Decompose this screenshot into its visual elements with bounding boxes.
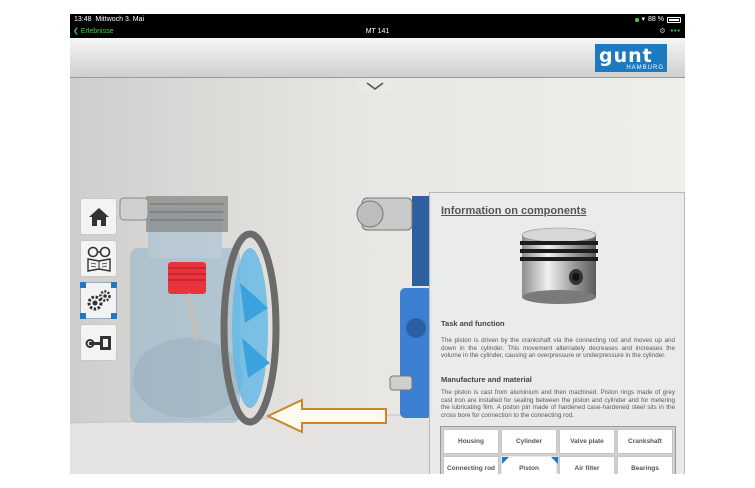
component-crankshaft[interactable]: Crankshaft	[617, 429, 673, 454]
component-grid: Housing Cylinder Valve plate Crankshaft …	[440, 426, 676, 474]
piston-illustration	[520, 227, 598, 304]
maintenance-button[interactable]	[80, 324, 117, 361]
home-icon	[88, 207, 109, 226]
piston-highlight	[168, 262, 206, 294]
wifi-icon: ▾	[641, 16, 646, 23]
status-bar: 13:48 Mittwoch 3. Mai ▾ 88 %	[70, 14, 685, 25]
gunt-logo: gunt HAMBURG	[595, 44, 667, 72]
glasses-book-icon	[86, 246, 111, 272]
navigation-bar: ❮ Erlebnisse MT 141 ⚙ •••	[70, 25, 685, 38]
task-function-text: The piston is driven by the crankshaft v…	[441, 337, 675, 360]
selection-corner	[111, 282, 117, 288]
more-options-icon[interactable]: •••	[671, 25, 681, 38]
task-function-heading: Task and function	[441, 319, 505, 328]
status-time-date: 13:48 Mittwoch 3. Mai	[74, 14, 144, 25]
gears-icon	[87, 289, 111, 310]
wrench-icon	[85, 335, 111, 350]
component-bearings[interactable]: Bearings	[617, 456, 673, 474]
ar-scene-view[interactable]: Information on components Task and funct…	[70, 78, 685, 474]
panel-title: Information on components	[441, 205, 587, 217]
info-panel: Information on components Task and funct…	[429, 192, 685, 474]
selection-corner	[111, 313, 117, 319]
selection-corner	[80, 313, 86, 319]
manufacture-heading: Manufacture and material	[441, 375, 532, 384]
components-button[interactable]	[80, 282, 117, 319]
component-housing[interactable]: Housing	[443, 429, 499, 454]
manufacture-text: The piston is cast from aluminium and th…	[441, 389, 675, 419]
logo-text: gunt	[599, 45, 653, 67]
selection-corner	[80, 282, 86, 288]
component-connecting-rod[interactable]: Connecting rod	[443, 456, 499, 474]
home-button[interactable]	[80, 198, 117, 235]
logo-subtext: HAMBURG	[626, 65, 664, 71]
left-toolbar	[80, 198, 120, 368]
component-air-filter[interactable]: Air filter	[559, 456, 615, 474]
nav-title: MT 141	[365, 28, 390, 35]
component-cylinder[interactable]: Cylinder	[501, 429, 557, 454]
ipad-screen: 13:48 Mittwoch 3. Mai ▾ 88 % ❮ Erlebniss…	[70, 14, 685, 474]
battery-icon	[667, 16, 681, 23]
right-compressor	[356, 196, 432, 418]
component-valve-plate[interactable]: Valve plate	[559, 429, 615, 454]
battery-percent: 88 %	[648, 16, 664, 23]
status-date: Mittwoch 3. Mai	[95, 16, 145, 23]
component-piston-label: Piston	[519, 465, 539, 472]
mic-indicator-icon	[634, 17, 639, 22]
component-piston[interactable]: Piston	[501, 456, 558, 474]
cylinder-head	[146, 196, 228, 232]
settings-icon[interactable]: ⚙	[659, 25, 665, 38]
status-right: ▾ 88 %	[634, 14, 681, 25]
info-button[interactable]	[80, 240, 117, 277]
status-time: 13:48	[74, 16, 92, 23]
app-header: gunt HAMBURG	[70, 38, 685, 78]
chevron-down-icon[interactable]	[355, 78, 395, 94]
